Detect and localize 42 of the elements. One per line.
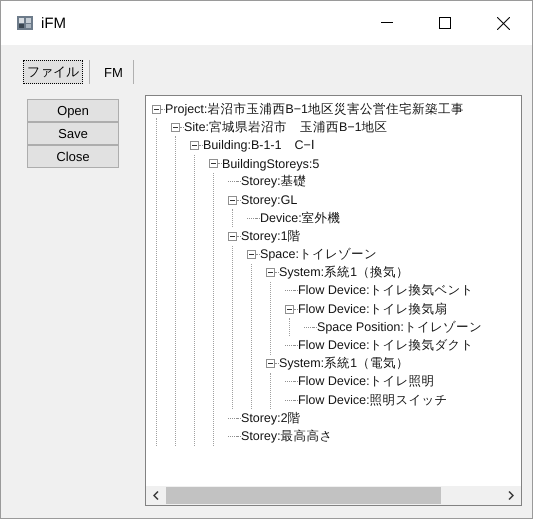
tree-node[interactable]: Flow Device:トイレ照明 (298, 373, 435, 390)
collapse-icon[interactable] (266, 359, 275, 368)
minimize-icon[interactable] (381, 22, 393, 24)
action-button[interactable]: Open (27, 99, 119, 122)
tree-node[interactable]: System:系統1（電気） (279, 355, 410, 372)
collapse-icon[interactable] (228, 196, 237, 205)
tree-node[interactable]: Storey:最高高さ (241, 428, 333, 445)
tree-node[interactable]: Flow Device:照明スイッチ (298, 392, 448, 409)
tree-node[interactable]: Flow Device:トイレ換気ダクト (298, 337, 474, 354)
close-icon[interactable] (496, 16, 510, 30)
collapse-icon[interactable] (228, 232, 237, 241)
tree-node[interactable]: Space Position:トイレゾーン (317, 318, 482, 336)
collapse-icon[interactable] (171, 122, 180, 132)
scroll-right-icon[interactable] (508, 491, 514, 500)
collapse-icon[interactable] (247, 250, 256, 260)
tree-node[interactable]: BuildingStoreys:5 (222, 156, 320, 171)
app-icon (17, 15, 33, 31)
tree-node[interactable]: System:系統1（換気） (279, 264, 410, 282)
action-button[interactable]: Save (27, 122, 119, 145)
collapse-icon[interactable] (285, 304, 294, 314)
tree-node[interactable]: Flow Device:トイレ換気ベント (298, 282, 474, 300)
tree-node[interactable]: Storey:GL (241, 193, 298, 208)
tree-node[interactable]: Device:室外機 (260, 210, 341, 227)
menu-tab[interactable]: FM (100, 62, 127, 82)
collapse-icon[interactable] (152, 104, 161, 114)
window-title: iFM (41, 14, 67, 32)
tree-node[interactable]: Space:トイレゾーン (260, 246, 377, 264)
tree-node[interactable]: Site:宮城県岩沼市 玉浦西B−1地区 (184, 118, 388, 136)
collapse-icon[interactable] (190, 140, 199, 150)
tree-node[interactable]: Building:B-1-1 C−Ⅰ (203, 136, 315, 154)
tree-node[interactable]: Storey:1階 (241, 228, 301, 245)
tree-node[interactable]: Storey:2階 (241, 410, 301, 427)
tree-node[interactable]: Project:岩沼市玉浦西B−1地区災害公営住宅新築工事 (165, 100, 464, 118)
horizontal-scrollbar[interactable] (146, 486, 521, 505)
action-button[interactable]: Close (27, 145, 119, 168)
tree-node[interactable]: Flow Device:トイレ換気扇 (298, 300, 448, 318)
collapse-icon[interactable] (266, 268, 275, 278)
maximize-icon[interactable] (439, 17, 451, 29)
tree-node[interactable]: Storey:基礎 (241, 173, 307, 190)
scroll-left-icon[interactable] (153, 491, 159, 500)
menu-tab[interactable]: ファイル (23, 60, 83, 84)
collapse-icon[interactable] (209, 159, 218, 168)
